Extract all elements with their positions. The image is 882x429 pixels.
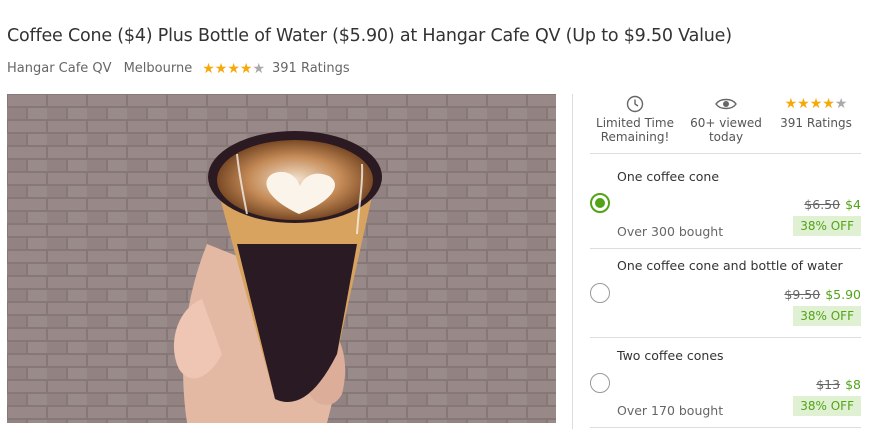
star-icon: ★: [227, 60, 240, 77]
discount-badge: 38% OFF: [793, 216, 861, 236]
viewed-stat: 60+ viewed today: [688, 94, 764, 144]
star-icon: ★: [834, 96, 848, 112]
viewed-line1: 60+ viewed: [690, 116, 762, 130]
discount-badge: 38% OFF: [793, 396, 861, 416]
star-icon: ★: [252, 60, 265, 77]
deal-photo[interactable]: [7, 94, 556, 423]
ratings-stat-label: 391 Ratings: [780, 116, 852, 130]
ratings-stat[interactable]: ★ ★ ★ ★ ★ 391 Ratings: [778, 94, 854, 130]
original-price: $9.50: [784, 287, 821, 302]
option-price: $6.50 $4: [804, 197, 861, 212]
star-icon: ★: [202, 60, 215, 77]
star-icon: ★: [784, 96, 798, 112]
viewed-line2: today: [708, 130, 744, 144]
option-radio[interactable]: [590, 283, 610, 303]
original-price: $6.50: [804, 197, 841, 212]
star-icon: ★: [797, 96, 810, 112]
deal-price: $5.90: [825, 287, 861, 302]
star-icon: ★: [822, 96, 835, 112]
deal-title: Coffee Cone ($4) Plus Bottle of Water ($…: [7, 26, 732, 46]
location-label: Melbourne: [123, 61, 193, 76]
option-price: $9.50 $5.90: [784, 287, 861, 302]
star-icon: ★: [809, 96, 823, 112]
divider: [590, 427, 861, 428]
star-icon: ★: [214, 60, 228, 77]
divider: [590, 248, 861, 249]
ratings-count-link[interactable]: 391 Ratings: [272, 61, 350, 76]
rating-stars: ★ ★ ★ ★ ★: [785, 97, 848, 111]
option-radio[interactable]: [590, 373, 610, 393]
bought-count: Over 300 bought: [617, 224, 724, 239]
deal-price: $8: [845, 377, 861, 392]
clock-icon: [595, 94, 675, 114]
divider: [590, 153, 861, 154]
rating-stars[interactable]: ★ ★ ★ ★ ★: [202, 62, 265, 76]
limited-line1: Limited Time: [596, 116, 674, 130]
option-title[interactable]: One coffee cone: [617, 169, 719, 184]
bought-count: Over 170 bought: [617, 403, 724, 418]
limited-time-stat: Limited Time Remaining!: [595, 94, 675, 144]
option-price: $13 $8: [816, 377, 861, 392]
option-radio[interactable]: [590, 193, 610, 213]
deal-price: $4: [845, 197, 861, 212]
option-title[interactable]: Two coffee cones: [617, 348, 724, 363]
divider: [590, 337, 861, 338]
discount-badge: 38% OFF: [793, 306, 861, 326]
eye-icon: [688, 94, 764, 114]
deal-meta: Hangar Cafe QV Melbourne ★ ★ ★ ★ ★ 391 Ratin…: [7, 61, 350, 76]
option-title[interactable]: One coffee cone and bottle of water: [617, 258, 843, 273]
panel-divider: [572, 94, 573, 429]
star-icon: ★: [239, 60, 253, 77]
merchant-link[interactable]: Hangar Cafe QV: [7, 61, 112, 76]
original-price: $13: [816, 377, 841, 392]
limited-line2: Remaining!: [600, 130, 670, 144]
